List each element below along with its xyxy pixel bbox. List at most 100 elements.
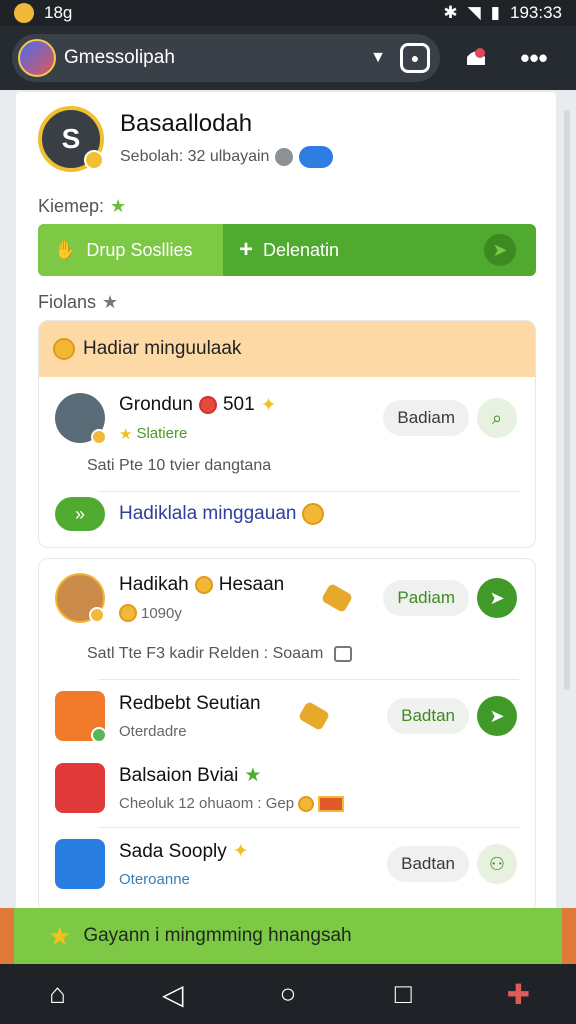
card-header-text: Hadiar minguulaak	[83, 338, 242, 359]
link-chip-icon[interactable]	[299, 146, 334, 168]
badiam-button[interactable]: Badiam	[383, 400, 469, 436]
battery-icon: ▮	[490, 3, 500, 22]
app-bar: Gmessolipah ▼ ● •••	[0, 26, 576, 90]
smile-icon	[119, 604, 137, 622]
double-chevron-icon: »	[55, 497, 105, 531]
document-icon	[333, 645, 352, 662]
avatar	[55, 839, 105, 889]
profile-header: S Basaallodah Sebolah: 32 ulbayain	[38, 106, 334, 172]
list-item[interactable]: Balsaion Bviai ★ Cheoluk 12 ohuaom : Gep	[39, 763, 535, 813]
info-icon[interactable]	[275, 148, 294, 166]
bluetooth-icon: ✱	[443, 3, 458, 22]
app-avatar	[18, 39, 56, 77]
notification-bell-icon[interactable]	[456, 38, 496, 78]
gold-item-icon	[320, 582, 354, 614]
emoji-icon	[194, 576, 213, 594]
delenatin-button[interactable]: + Delenatin ➤	[223, 224, 536, 276]
profile-subtitle: Sebolah: 32 ulbayain	[120, 146, 334, 168]
back-icon[interactable]: ◁	[149, 978, 197, 1011]
avatar	[55, 573, 105, 623]
gold-item-icon	[297, 700, 330, 732]
scrollbar[interactable]	[564, 110, 570, 690]
bottom-banner[interactable]: ★ Gayann i mingmming hnangsah	[0, 908, 576, 964]
badtan-button[interactable]: Badtan	[387, 846, 469, 882]
coin-icon	[298, 795, 315, 812]
arrow-right-icon[interactable]: ➤	[477, 696, 517, 736]
item-sub: ★ Slatiere	[119, 425, 277, 443]
item-sub-text: Slatiere	[136, 425, 188, 442]
sparkle-icon: ✦	[232, 841, 249, 862]
home-circle-icon[interactable]: ○	[264, 978, 312, 1010]
item-title: Grondun 501 ✦	[119, 394, 277, 417]
list-item[interactable]: Redbebt Seutian Oterdadre Badtan ➤	[39, 691, 535, 743]
coin-icon	[53, 338, 75, 360]
drup-label: Drup Sosllies	[86, 239, 193, 260]
item-title: Redbebt Seutian	[119, 692, 261, 714]
item-sub: Oteroanne	[119, 871, 190, 888]
list-item[interactable]: Grondun 501 ✦ ★ Slatiere Badiam ⌕	[39, 393, 535, 445]
star-icon: ★	[119, 425, 133, 443]
profile-name: Basaallodah	[120, 110, 253, 137]
weekly-reward-card: Hadiar minguulaak Grondun 501 ✦ ★ Slatie…	[38, 320, 536, 548]
badtan-button[interactable]: Badtan	[387, 698, 469, 734]
account-switcher[interactable]: Gmessolipah ▼ ●	[12, 34, 440, 82]
item-title: Hadikah Hesaan	[119, 574, 284, 596]
app-shortcut-icon[interactable]: ✚	[494, 978, 542, 1011]
item-description: Sati Pte 10 tvier dangtana	[87, 457, 272, 474]
item-score: 501	[222, 394, 255, 415]
recents-icon[interactable]: □	[379, 978, 427, 1010]
section-label-text: Kiemep:	[38, 196, 105, 216]
status-left-text: 18g	[44, 3, 73, 22]
home-icon[interactable]: ⌂	[34, 978, 82, 1010]
sparkle-icon: ✦	[260, 394, 277, 416]
item-description: Satl Tte F3 kadir Relden : Soaam	[87, 645, 352, 663]
search-icon[interactable]: ⌕	[477, 398, 517, 438]
thumb-icon: ✋	[54, 239, 77, 260]
item-title-text: Balsaion Bviai	[119, 764, 239, 786]
arrow-right-icon[interactable]: ➤	[484, 234, 516, 266]
item-title-text: Grondun	[119, 394, 193, 415]
divider	[99, 491, 519, 492]
padiam-button[interactable]: Padiam	[383, 580, 469, 616]
section-label-kiemep: Kiemep: ★	[38, 196, 126, 217]
arrow-right-icon[interactable]: ➤	[477, 578, 517, 618]
avatar	[55, 393, 107, 445]
status-bar: 18g ✱ ◥ ▮ 193:33	[0, 0, 576, 26]
delenatin-label: Delenatin	[263, 239, 340, 260]
item-sub: 1090y	[119, 604, 284, 622]
list-item[interactable]: Hadikah Hesaan 1090y Padiam ➤	[39, 573, 535, 623]
weekly-link[interactable]: » Hadiklala minggauan	[55, 497, 325, 531]
item-title: Sada Sooply ✦	[119, 840, 249, 863]
level-badge-icon	[84, 150, 104, 170]
item-title: Balsaion Bviai ★	[119, 764, 344, 787]
profile-avatar[interactable]: S	[38, 106, 104, 172]
item-title-text: Sada Sooply	[119, 840, 227, 862]
divider	[99, 827, 519, 828]
app-notification-icon	[14, 3, 34, 23]
star-icon: ★	[244, 765, 262, 786]
profile-subtitle-text: Sebolah: 32 ulbayain	[120, 148, 270, 165]
system-nav-bar: ⌂ ◁ ○ □ ✚	[0, 964, 576, 1024]
list-item[interactable]: Sada Sooply ✦ Oteroanne Badtan ⚇	[39, 839, 535, 889]
card-header: Hadiar minguulaak	[39, 321, 535, 377]
main-content: S Basaallodah Sebolah: 32 ulbayain Kieme…	[16, 92, 556, 912]
user-icon[interactable]: ⚇	[477, 844, 517, 884]
avatar	[55, 763, 105, 813]
item-sub: Cheoluk 12 ohuaom : Gep	[119, 795, 345, 812]
item-description-text: Satl Tte F3 kadir Relden : Soaam	[87, 645, 324, 662]
avatar	[55, 691, 107, 743]
ticket-icon	[318, 795, 345, 812]
star-icon: ★	[48, 920, 72, 951]
item-title-text: Hadikah	[119, 574, 189, 595]
item-title-text-2: Hesaan	[218, 574, 285, 595]
wifi-icon: ◥	[467, 3, 481, 22]
section-label-text: Fiolans	[38, 292, 97, 312]
section-label-fiolans: Fiolans ★	[38, 292, 118, 313]
drup-button[interactable]: ✋ Drup Sosllies	[38, 224, 223, 276]
more-options-icon[interactable]: •••	[514, 38, 554, 78]
action-bar: ✋ Drup Sosllies + Delenatin ➤	[38, 224, 536, 276]
item-sub: Oterdadre	[119, 722, 187, 740]
chevron-down-icon[interactable]: ▼	[370, 49, 386, 67]
camera-icon[interactable]: ●	[400, 43, 430, 73]
status-time: 193:33	[510, 3, 562, 22]
